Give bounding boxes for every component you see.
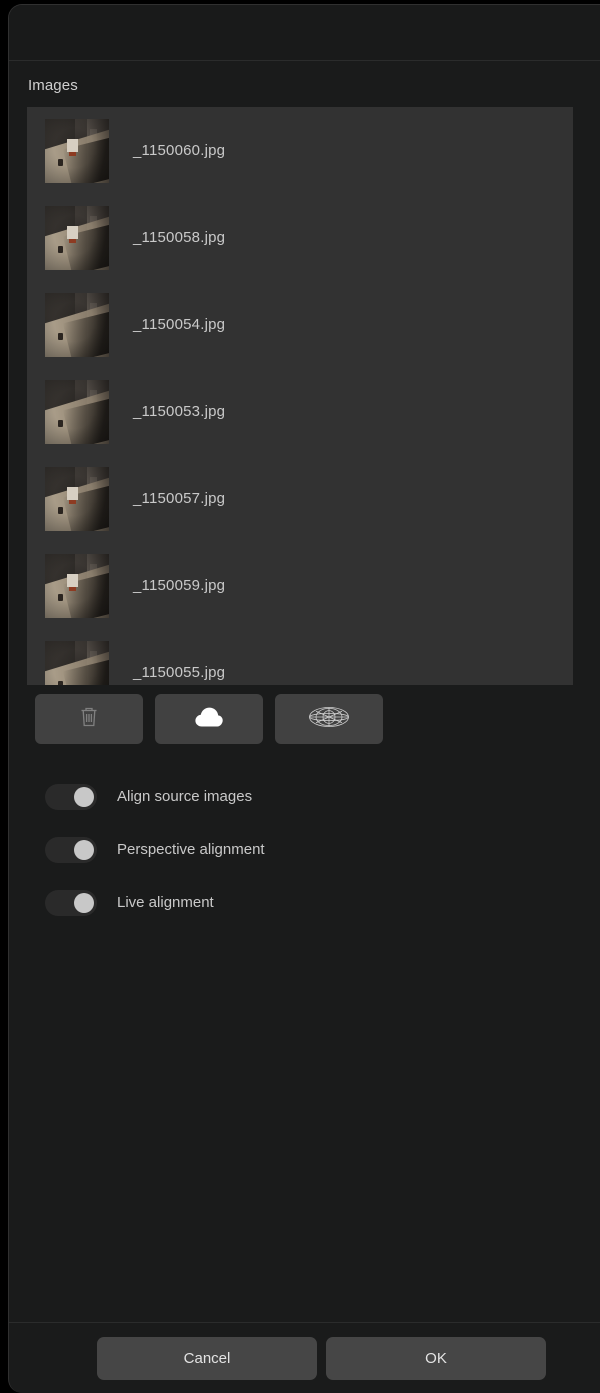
ok-button[interactable]: OK [326, 1337, 546, 1380]
image-thumbnail [45, 553, 109, 618]
image-filename: _1150054.jpg [133, 316, 226, 333]
cloud-icon [194, 706, 224, 733]
image-thumbnail [45, 292, 109, 357]
option-row-live-alignment: Live alignment [45, 876, 505, 929]
toggle-knob [74, 839, 94, 860]
trash-icon [79, 705, 99, 734]
list-item[interactable]: _1150053.jpg [27, 368, 573, 455]
list-item[interactable]: _1150058.jpg [27, 194, 573, 281]
image-thumbnail [45, 118, 109, 183]
image-filename: _1150055.jpg [133, 664, 226, 681]
image-filename: _1150059.jpg [133, 577, 226, 594]
dialog-content: Images _1150060.jpg _1150058.jpg _115005… [9, 62, 600, 1322]
list-item[interactable]: _1150060.jpg [27, 107, 573, 194]
list-item[interactable]: _1150055.jpg [27, 629, 573, 685]
panorama-sphere-icon [308, 704, 350, 735]
align-source-images-toggle[interactable] [45, 783, 97, 810]
cancel-button[interactable]: Cancel [97, 1337, 317, 1380]
list-item[interactable]: _1150054.jpg [27, 281, 573, 368]
list-item[interactable]: _1150059.jpg [27, 542, 573, 629]
image-filename: _1150058.jpg [133, 229, 226, 246]
option-label: Perspective alignment [117, 841, 265, 858]
panorama-button[interactable] [275, 694, 383, 744]
image-stack-dialog: Images _1150060.jpg _1150058.jpg _115005… [8, 4, 600, 1393]
image-filename: _1150057.jpg [133, 490, 226, 507]
toggle-knob [74, 892, 94, 913]
image-list[interactable]: _1150060.jpg _1150058.jpg _1150054.jpg _… [27, 107, 573, 685]
list-item[interactable]: _1150057.jpg [27, 455, 573, 542]
option-label: Live alignment [117, 894, 214, 911]
alignment-options: Align source images Perspective alignmen… [45, 770, 505, 929]
dialog-footer: Cancel OK [9, 1322, 600, 1393]
image-thumbnail [45, 640, 109, 685]
toggle-knob [74, 786, 94, 807]
image-filename: _1150053.jpg [133, 403, 226, 420]
option-row-align-source-images: Align source images [45, 770, 505, 823]
option-label: Align source images [117, 788, 253, 805]
perspective-alignment-toggle[interactable] [45, 836, 97, 863]
dialog-titlebar [9, 5, 600, 61]
cloud-button[interactable] [155, 694, 263, 744]
remove-image-button[interactable] [35, 694, 143, 744]
image-thumbnail [45, 205, 109, 270]
image-thumbnail [45, 466, 109, 531]
image-list-toolbar [35, 694, 383, 744]
image-filename: _1150060.jpg [133, 142, 226, 159]
option-row-perspective-alignment: Perspective alignment [45, 823, 505, 876]
images-section-label: Images [28, 77, 78, 94]
image-thumbnail [45, 379, 109, 444]
live-alignment-toggle[interactable] [45, 889, 97, 916]
